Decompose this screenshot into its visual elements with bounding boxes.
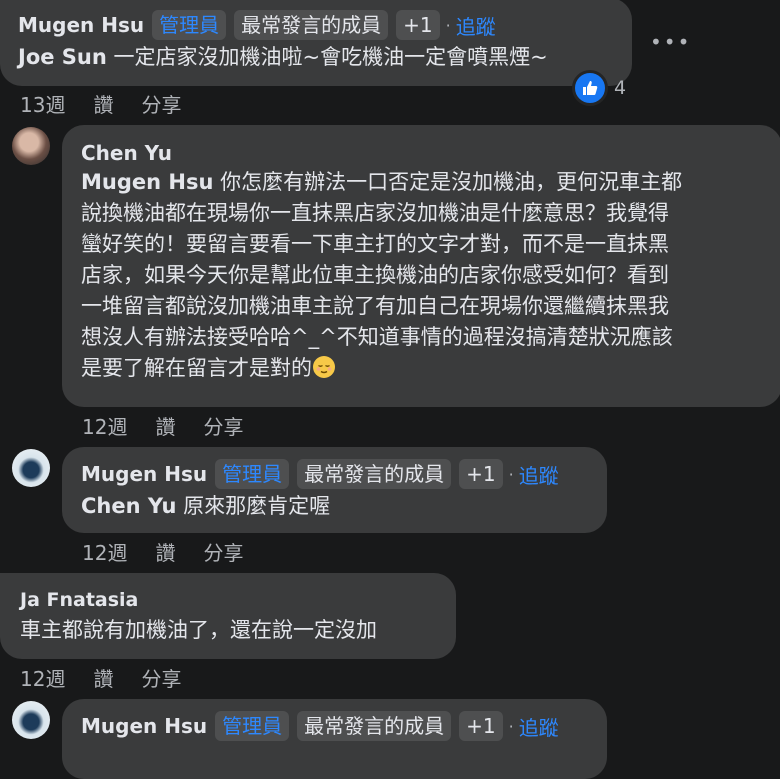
like-button[interactable]: 讚 (93, 667, 113, 691)
separator-dot: · (508, 716, 514, 736)
like-button[interactable]: 讚 (155, 541, 175, 565)
comment-line: 一堆留言都說沒加機油車主說了有加自己在現場你還繼續抹黑我 (81, 294, 669, 318)
thumbs-up-icon (572, 70, 608, 106)
comment-bubble: Mugen Hsu 管理員 最常發言的成員 +1 · 追蹤 Chen Yu 原來… (62, 447, 607, 533)
timestamp[interactable]: 13週 (20, 93, 65, 117)
comment-bubble: Chen Yu Mugen Hsu 你怎麼有辦法一口否定是沒加機油，更何況車主都… (62, 125, 780, 407)
share-button[interactable]: 分享 (141, 667, 181, 691)
comment-line: 你怎麼有辦法一口否定是沒加機油，更何況車主都 (213, 170, 683, 194)
separator-dot: · (508, 464, 514, 484)
timestamp[interactable]: 12週 (82, 541, 127, 565)
more-badges-button[interactable]: +1 (459, 459, 503, 489)
comment-text: Chen Yu 原來那麼肯定喔 (81, 491, 589, 521)
comment-line: 店家，如果今天你是幫此位車主換機油的店家你感受如何？看到 (81, 263, 669, 287)
relieved-face-emoji (313, 356, 335, 378)
follow-link[interactable]: 追蹤 (519, 712, 559, 741)
mention-link[interactable]: Joe Sun (18, 45, 107, 69)
comment-bubble: Mugen Hsu 管理員 最常發言的成員 +1 · 追蹤 Joe Sun 一定… (0, 0, 632, 86)
top-contributor-badge[interactable]: 最常發言的成員 (297, 459, 452, 489)
admin-badge[interactable]: 管理員 (215, 459, 290, 489)
admin-badge[interactable]: 管理員 (215, 711, 290, 741)
comment-body: 一定店家沒加機油啦~會吃機油一定會噴黑煙~ (106, 45, 548, 69)
comment-author[interactable]: Ja Fnatasia (20, 587, 438, 613)
follow-link[interactable]: 追蹤 (456, 11, 496, 40)
comment-actions: 12週 讚 分享 (82, 537, 271, 566)
comment-line: 蠻好笑的！要留言要看一下車主打的文字才對，而不是一直抹黑 (81, 232, 669, 256)
comment-actions: 12週 讚 分享 (20, 663, 209, 692)
more-badges-button[interactable]: +1 (459, 711, 503, 741)
comment-actions: 13週 讚 分享 (20, 89, 209, 118)
comment-line: 想沒人有辦法接受哈哈^_^不知道事情的過程沒搞清楚狀況應該 (81, 325, 673, 349)
like-button[interactable]: 讚 (155, 415, 175, 439)
comment-line: 是要了解在留言才是對的 (81, 356, 312, 380)
timestamp[interactable]: 12週 (82, 415, 127, 439)
timestamp[interactable]: 12週 (20, 667, 65, 691)
more-options-icon[interactable]: ••• (650, 30, 691, 54)
comment-text: Joe Sun 一定店家沒加機油啦~會吃機油一定會噴黑煙~ (18, 42, 614, 72)
comment-header: Mugen Hsu 管理員 最常發言的成員 +1 · 追蹤 (81, 459, 589, 489)
comment-actions: 12週 讚 分享 (82, 411, 271, 440)
comment-author[interactable]: Chen Yu (81, 139, 764, 167)
top-contributor-badge[interactable]: 最常發言的成員 (297, 711, 452, 741)
comment-header: Mugen Hsu 管理員 最常發言的成員 +1 · 追蹤 (81, 711, 589, 741)
share-button[interactable]: 分享 (203, 541, 243, 565)
separator-dot: · (445, 15, 451, 35)
comment-body: 原來那麼肯定喔 (176, 494, 331, 518)
share-button[interactable]: 分享 (203, 415, 243, 439)
comment-header: Mugen Hsu 管理員 最常發言的成員 +1 · 追蹤 (18, 10, 614, 40)
reaction-summary[interactable]: 4 (572, 70, 626, 106)
top-contributor-badge[interactable]: 最常發言的成員 (234, 10, 389, 40)
comment-author[interactable]: Mugen Hsu (81, 714, 207, 738)
avatar[interactable] (12, 127, 50, 165)
comment-author[interactable]: Mugen Hsu (18, 13, 144, 37)
mention-link[interactable]: Mugen Hsu (81, 170, 213, 194)
more-badges-button[interactable]: +1 (396, 10, 440, 40)
admin-badge[interactable]: 管理員 (152, 10, 227, 40)
like-button[interactable]: 讚 (93, 93, 113, 117)
comment-bubble: Mugen Hsu 管理員 最常發言的成員 +1 · 追蹤 (62, 699, 607, 779)
share-button[interactable]: 分享 (141, 93, 181, 117)
comment-text: 車主都說有加機油了，還在說一定沒加 (20, 618, 377, 642)
avatar[interactable] (12, 701, 50, 739)
mention-link[interactable]: Chen Yu (81, 494, 177, 518)
avatar[interactable] (12, 449, 50, 487)
comment-text: Mugen Hsu 你怎麼有辦法一口否定是沒加機油，更何況車主都 說換機油都在現… (81, 167, 764, 384)
comment-author[interactable]: Mugen Hsu (81, 462, 207, 486)
comment-line: 說換機油都在現場你一直抹黑店家沒加機油是什麼意思？我覺得 (81, 201, 669, 225)
follow-link[interactable]: 追蹤 (519, 460, 559, 489)
reaction-count: 4 (614, 77, 627, 99)
comment-bubble: Ja Fnatasia 車主都說有加機油了，還在說一定沒加 (0, 573, 456, 659)
